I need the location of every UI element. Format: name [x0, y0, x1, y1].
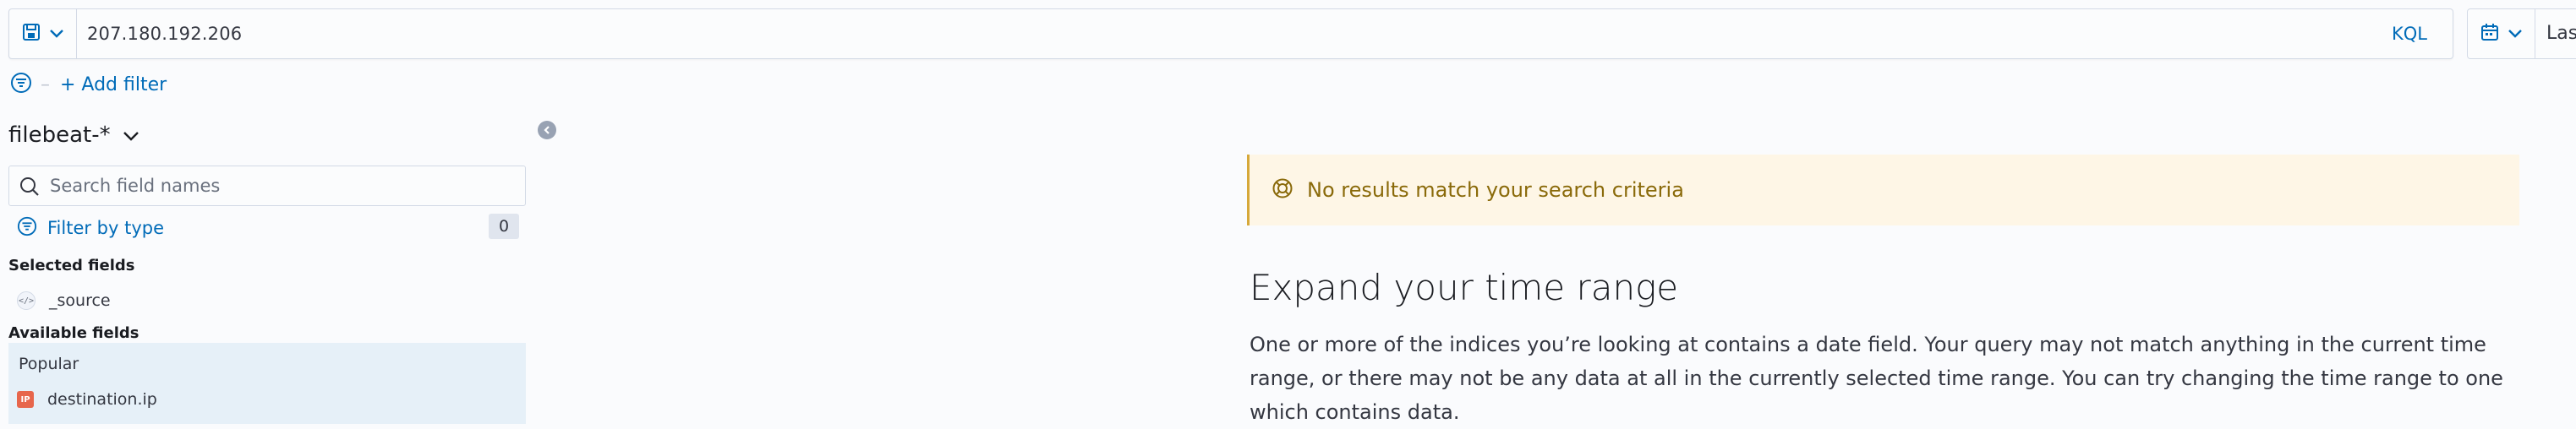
source-type-icon: </> [17, 291, 36, 310]
filter-separator: – [41, 73, 50, 95]
arrow-left-icon [542, 122, 552, 138]
available-fields-title: Available fields [8, 324, 139, 342]
query-language-button[interactable]: KQL [2392, 9, 2427, 58]
query-input[interactable]: 207.180.192.206 [87, 9, 242, 58]
field-item-source[interactable]: </> _source [17, 288, 111, 313]
filter-icon [17, 216, 37, 241]
chevron-down-icon [2508, 26, 2523, 42]
ip-type-icon: IP [17, 391, 34, 408]
date-range-label[interactable]: Las [2546, 9, 2576, 58]
collapse-sidebar-button[interactable] [538, 121, 556, 139]
field-item-destination-ip[interactable]: IP destination.ip [17, 387, 157, 412]
query-bar: 207.180.192.206 KQL [8, 8, 2453, 59]
date-quick-menu-button[interactable] [2468, 9, 2535, 58]
save-icon [22, 23, 41, 45]
saved-query-button[interactable] [9, 9, 77, 58]
selected-fields-title: Selected fields [8, 257, 135, 274]
filter-by-type-label: Filter by type [47, 218, 165, 238]
field-search-input[interactable] [48, 166, 513, 205]
expand-time-range-title: Expand your time range [1250, 267, 1679, 308]
filter-count-badge: 0 [489, 214, 519, 239]
date-picker: Las [2467, 8, 2576, 59]
filter-by-type-button[interactable]: Filter by type [17, 214, 164, 242]
callout-title: No results match your search criteria [1307, 178, 1684, 202]
field-name: _source [49, 291, 111, 310]
chevron-down-icon [123, 122, 139, 148]
calendar-icon [2480, 23, 2499, 45]
no-results-callout: No results match your search criteria [1247, 155, 2519, 225]
add-filter-button[interactable]: + Add filter [60, 74, 167, 95]
index-pattern-selector[interactable]: filebeat-* [8, 121, 139, 149]
field-name: destination.ip [47, 390, 157, 409]
index-pattern-label: filebeat-* [8, 122, 111, 148]
field-search-box [8, 166, 526, 206]
help-icon [1272, 177, 1293, 203]
filter-icon[interactable] [10, 72, 32, 97]
expand-time-range-body: One or more of the indices you’re lookin… [1250, 333, 2503, 424]
chevron-down-icon [49, 26, 64, 42]
popular-title: Popular [19, 355, 79, 373]
filter-bar: – + Add filter [10, 71, 167, 98]
